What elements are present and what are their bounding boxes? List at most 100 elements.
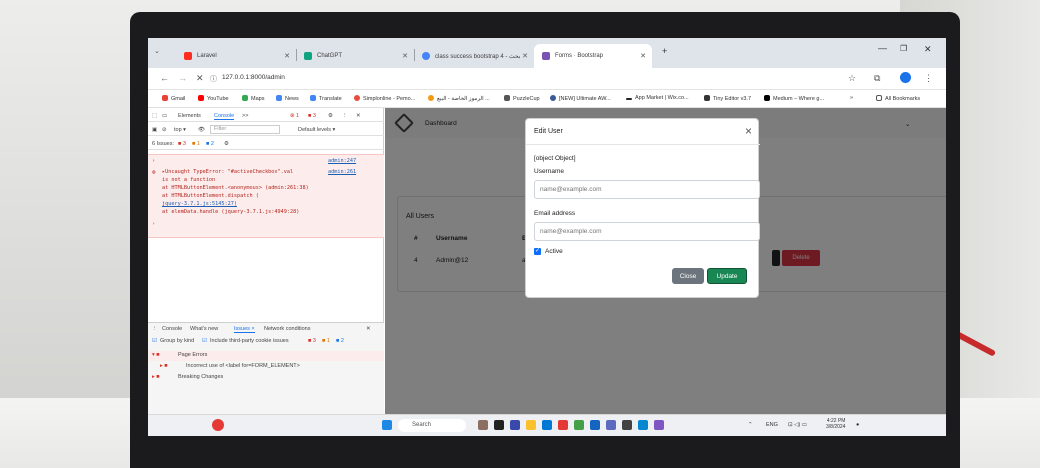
bookmark-translate[interactable]: Translate bbox=[310, 95, 342, 102]
taskbar-search-input[interactable]: Search bbox=[398, 419, 466, 432]
bookmark-special-symbols[interactable]: الرموز الخاصة - البيع ... bbox=[428, 95, 490, 102]
issue-group-label: Page Errors bbox=[178, 352, 208, 358]
issues-bar[interactable]: 6 Issues: ■ 3 ■ 1 ■ 2 ⚙ bbox=[148, 138, 384, 150]
all-bookmarks-button[interactable]: All Bookmarks bbox=[876, 95, 920, 102]
app-icon[interactable] bbox=[494, 420, 504, 430]
active-checkbox[interactable]: ✓ bbox=[534, 248, 541, 255]
start-icon[interactable] bbox=[382, 420, 392, 430]
drawer-count-info: ■ 2 bbox=[336, 338, 344, 344]
expand-arrow-icon[interactable]: › bbox=[152, 158, 155, 164]
url-field[interactable]: 127.0.0.1:8000/admin bbox=[222, 74, 285, 81]
issue-item[interactable]: ▸ ■ Incorrect use of <label for=FORM_ELE… bbox=[148, 362, 384, 372]
devtools-more-tabs[interactable]: >> bbox=[242, 113, 248, 119]
context-select[interactable]: top ▾ bbox=[174, 127, 186, 133]
tray-overflow-icon[interactable]: ⌃ bbox=[748, 422, 753, 428]
close-button[interactable]: Close bbox=[672, 268, 704, 284]
stop-icon[interactable]: ✕ bbox=[196, 73, 204, 84]
bookmark-puzzlecup[interactable]: PuzzleCup bbox=[504, 95, 540, 102]
tab-laravel[interactable]: Laravel ✕ bbox=[176, 44, 296, 68]
back-icon[interactable]: ← bbox=[160, 73, 169, 83]
drawer-tab-console[interactable]: Console bbox=[162, 326, 182, 332]
bookmark-gmail[interactable]: Gmail bbox=[162, 95, 185, 102]
site-info-icon[interactable]: ⓘ bbox=[210, 74, 217, 84]
tab-chatgpt[interactable]: ChatGPT ✕ bbox=[296, 44, 414, 68]
edge-icon[interactable] bbox=[542, 420, 552, 430]
console-prompt-icon[interactable]: › bbox=[152, 221, 155, 227]
drawer-menu-icon[interactable]: ⋮ bbox=[152, 326, 158, 332]
update-button[interactable]: Update bbox=[707, 268, 747, 284]
bookmark-maps[interactable]: Maps bbox=[242, 95, 264, 102]
error-source-link[interactable]: admin:261 bbox=[328, 169, 356, 175]
bookmark-news[interactable]: News bbox=[276, 95, 299, 102]
bookmark-wix[interactable]: App Market | Wix.co... bbox=[626, 95, 689, 101]
drawer-tab-issues[interactable]: Issues × bbox=[234, 326, 255, 333]
app-icon[interactable] bbox=[622, 420, 632, 430]
devtools-close-icon[interactable]: ✕ bbox=[356, 113, 361, 119]
log-levels-select[interactable]: Default levels ▾ bbox=[298, 127, 335, 133]
group-by-kind-checkbox[interactable]: ☑ bbox=[152, 338, 157, 344]
tab-close-icon[interactable]: ✕ bbox=[640, 52, 646, 60]
modal-close-icon[interactable]: × bbox=[745, 124, 752, 138]
profile-avatar[interactable] bbox=[900, 72, 911, 83]
drawer-tab-whats-new[interactable]: What's new bbox=[190, 326, 218, 332]
task-view-icon[interactable] bbox=[478, 420, 488, 430]
devtools-tab-console[interactable]: Console bbox=[214, 113, 235, 120]
app-icon[interactable] bbox=[510, 420, 520, 430]
username-input[interactable] bbox=[534, 180, 760, 199]
chrome-icon[interactable] bbox=[574, 420, 584, 430]
error-source-link[interactable]: admin:247 bbox=[328, 158, 356, 164]
language-indicator[interactable]: ENG bbox=[766, 422, 778, 428]
inspect-icon[interactable]: ⬚ bbox=[152, 113, 157, 119]
close-window-icon[interactable]: ✕ bbox=[924, 44, 932, 55]
tab-google-search[interactable]: class success bootstrap 4 - بحث ✕ bbox=[414, 44, 534, 68]
extensions-icon[interactable]: ⧉ bbox=[874, 73, 880, 84]
issue-group-breaking-changes[interactable]: ▸ ■ Breaking Changes bbox=[148, 373, 384, 383]
weather-widget-icon[interactable] bbox=[212, 419, 224, 431]
error-stack-link[interactable]: jquery-3.7.1.js:5145:27) bbox=[162, 201, 237, 207]
bookmark-star-icon[interactable]: ☆ bbox=[848, 73, 856, 84]
bookmark-label: News bbox=[285, 96, 299, 102]
clock[interactable]: 4:22 PM 3/8/2024 bbox=[826, 418, 845, 430]
email-input[interactable] bbox=[534, 222, 760, 241]
chrome-menu-icon[interactable]: ⋮ bbox=[924, 73, 933, 84]
tab-close-icon[interactable]: ✕ bbox=[522, 52, 528, 60]
bookmark-simplonline[interactable]: Simplonline - Pemo... bbox=[354, 95, 415, 102]
device-toggle-icon[interactable]: ▭ bbox=[162, 113, 167, 119]
drawer-close-icon[interactable]: ✕ bbox=[366, 326, 371, 332]
drawer-tab-network-conditions[interactable]: Network conditions bbox=[264, 326, 310, 332]
settings-gear-icon[interactable]: ⚙ bbox=[328, 113, 333, 119]
object-debug-text: [object Object] bbox=[534, 155, 576, 162]
bookmark-youtube[interactable]: YouTube bbox=[198, 95, 229, 102]
console-filter-input[interactable]: Filter bbox=[210, 125, 280, 134]
restore-icon[interactable]: ❐ bbox=[900, 44, 907, 53]
bookmark-ultimate[interactable]: [NEW] Ultimate AW... bbox=[550, 95, 611, 102]
warning-count: 3 bbox=[312, 113, 316, 119]
bookmarks-overflow-icon[interactable]: » bbox=[850, 95, 853, 101]
devtools-tab-elements[interactable]: Elements bbox=[178, 113, 201, 119]
tab-search-icon[interactable]: ⌄ bbox=[154, 47, 160, 55]
forward-icon[interactable]: → bbox=[178, 73, 187, 83]
devtools-toolbar: ⬚ ▭ Elements Console >> ⊗ 1 ■ 3 ⚙ ⋮ ✕ bbox=[148, 110, 384, 122]
tab-close-icon[interactable]: ✕ bbox=[284, 52, 290, 60]
app-icon[interactable] bbox=[638, 420, 648, 430]
minimize-icon[interactable]: — bbox=[878, 43, 887, 53]
file-explorer-icon[interactable] bbox=[526, 420, 536, 430]
sidebar-toggle-icon[interactable]: ▣ bbox=[152, 127, 157, 133]
clear-console-icon[interactable]: ⊘ bbox=[162, 127, 167, 133]
new-tab-button[interactable]: + bbox=[662, 46, 667, 56]
app-icon[interactable] bbox=[558, 420, 568, 430]
vscode-icon[interactable] bbox=[590, 420, 600, 430]
bookmark-tiny-editor[interactable]: Tiny Editor v3.7 bbox=[704, 95, 751, 102]
tab-forms-bootstrap[interactable]: Forms · Bootstrap ✕ bbox=[534, 44, 652, 68]
third-party-checkbox[interactable]: ☑ bbox=[202, 338, 207, 344]
visual-studio-icon[interactable] bbox=[606, 420, 616, 430]
devtools-menu-icon[interactable]: ⋮ bbox=[342, 113, 348, 119]
notification-icon[interactable]: ● bbox=[856, 422, 859, 428]
live-expression-icon[interactable]: 👁 bbox=[198, 127, 205, 133]
bookmark-medium[interactable]: Medium – Where g... bbox=[764, 95, 824, 102]
app-icon[interactable] bbox=[654, 420, 664, 430]
tab-close-icon[interactable]: ✕ bbox=[402, 52, 408, 60]
issue-group-page-errors[interactable]: ▾ ■ Page Errors bbox=[148, 351, 384, 361]
network-volume-icons[interactable]: ⊡ ◁) ▭ bbox=[788, 422, 807, 428]
issues-settings-icon[interactable]: ⚙ bbox=[224, 141, 229, 147]
